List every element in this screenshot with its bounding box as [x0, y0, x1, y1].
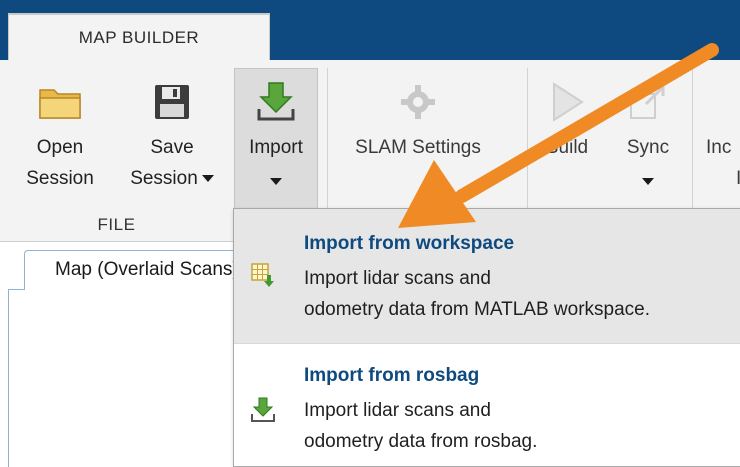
import-caret-row	[270, 163, 282, 194]
next-section-button[interactable]: Inc I	[706, 72, 740, 194]
save-session-label-2: Session	[130, 168, 198, 189]
tab-map-builder[interactable]: MAP BUILDER	[8, 13, 270, 61]
floppy-disk-icon	[142, 72, 202, 132]
open-session-label-1: Open	[36, 137, 84, 158]
next-section-label-2: I	[736, 168, 740, 189]
menu-item-import-from-rosbag[interactable]: Import from rosbag Import lidar scans an…	[234, 344, 740, 467]
sync-caret-row	[642, 163, 654, 194]
map-figure-panel	[8, 289, 248, 467]
sync-button[interactable]: Sync	[612, 72, 684, 194]
folder-icon	[30, 72, 90, 132]
file-group-label: FILE	[97, 215, 136, 234]
open-session-button[interactable]: Open Session	[26, 72, 94, 194]
play-icon	[537, 72, 597, 132]
sync-icon	[618, 72, 678, 132]
menu-item-title: Import from workspace	[304, 233, 515, 254]
slam-settings-button[interactable]: SLAM Settings	[338, 72, 498, 163]
build-label: Build	[545, 137, 589, 158]
import-arrow-icon	[246, 72, 306, 132]
import-dropdown-menu: Import from workspace Import lidar scans…	[233, 208, 740, 467]
chevron-down-icon	[642, 178, 654, 186]
chevron-down-icon	[270, 178, 282, 186]
import-button[interactable]: Import	[234, 72, 318, 194]
chevron-down-icon	[201, 175, 214, 183]
menu-item-description-2: odometry data from rosbag.	[304, 431, 538, 452]
gear-icon	[388, 72, 448, 132]
build-button[interactable]: Build	[536, 72, 598, 163]
table-import-icon	[249, 261, 277, 289]
sync-label: Sync	[626, 137, 670, 158]
menu-item-description-2: odometry data from MATLAB workspace.	[304, 299, 650, 320]
save-session-label-1: Save	[150, 137, 194, 158]
menu-item-description-1: Import lidar scans and	[304, 400, 491, 421]
tab-map-overlaid-scans[interactable]: Map (Overlaid Scans)	[24, 250, 244, 290]
open-session-label-2: Session	[26, 168, 94, 189]
menu-item-title: Import from rosbag	[304, 365, 480, 386]
save-session-label-2-row: Session	[130, 163, 214, 194]
next-section-icon	[706, 72, 740, 132]
save-session-button[interactable]: Save Session	[120, 72, 224, 194]
next-section-label-1: Inc	[706, 137, 732, 158]
import-label: Import	[249, 137, 303, 158]
slam-settings-label: SLAM Settings	[355, 137, 481, 158]
menu-item-import-from-workspace[interactable]: Import from workspace Import lidar scans…	[234, 209, 740, 343]
download-tray-icon	[249, 396, 277, 424]
menu-item-description-1: Import lidar scans and	[304, 268, 491, 289]
